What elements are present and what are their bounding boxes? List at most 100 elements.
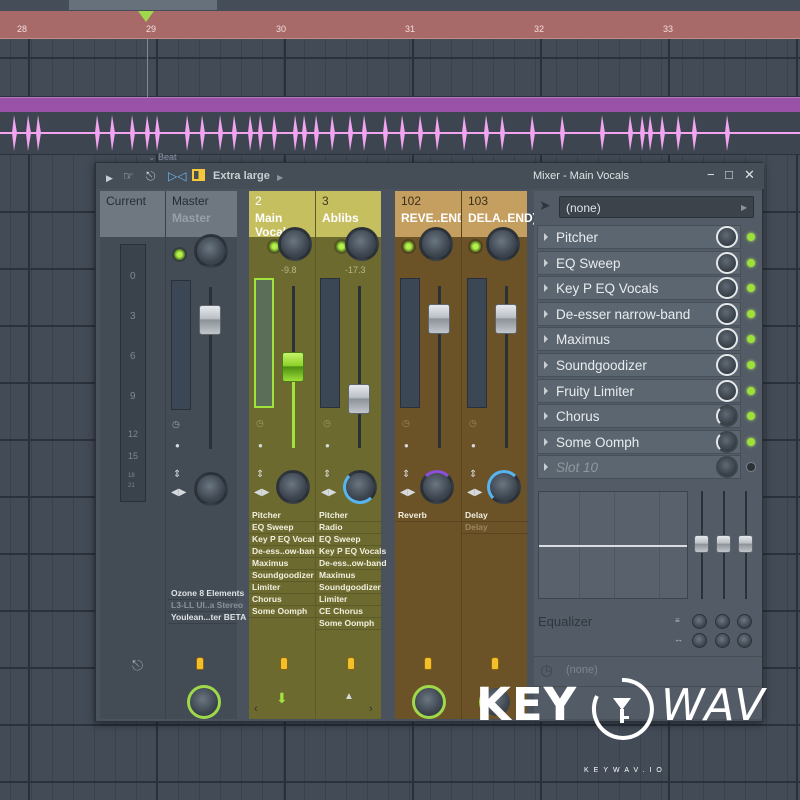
fx-item[interactable]: Youlean...ter BETA xyxy=(168,612,246,624)
eq-high-fader[interactable] xyxy=(738,535,753,553)
mute-led[interactable] xyxy=(174,249,185,260)
minimize-button[interactable]: − xyxy=(707,167,715,182)
fx-slot[interactable]: Maximus xyxy=(537,327,741,352)
fx-slot[interactable]: EQ Sweep xyxy=(537,250,741,275)
fx-item[interactable]: Key P EQ Vocals xyxy=(316,546,386,558)
stereo-icon[interactable]: ◀▶ xyxy=(321,487,336,498)
swap-icon[interactable]: ⇕ xyxy=(469,469,477,480)
fx-item[interactable]: De-ess..ow-band xyxy=(316,558,387,570)
fx-item[interactable]: Delay xyxy=(462,522,528,534)
stereo-icon[interactable]: ◀▶ xyxy=(467,487,482,498)
fx-slot[interactable]: Soundgoodizer xyxy=(537,353,741,377)
stereo-knob[interactable] xyxy=(343,470,377,504)
stereo-knob[interactable] xyxy=(420,470,454,504)
fx-slot[interactable]: Pitcher xyxy=(537,225,741,249)
fx-slot[interactable]: Chorus xyxy=(537,404,741,429)
stamp-icon[interactable]: ⎋ xyxy=(146,169,156,183)
stereo-knob[interactable] xyxy=(487,470,521,504)
mixer-strip-master[interactable]: Master Master ◷ ● ⇕ ◀▶ Ozone 8 Elements … xyxy=(165,191,246,719)
fx-mix-knob[interactable] xyxy=(716,251,738,274)
fx-enable-led[interactable] xyxy=(747,463,755,472)
route-up-arrow-icon[interactable]: ▲ xyxy=(344,691,354,702)
eq-low-bw-knob[interactable] xyxy=(692,633,707,648)
expand-arrow-icon[interactable] xyxy=(544,386,548,395)
mixer-strip-current[interactable]: Current 0 3 6 9 12 15 18 21 ⎋ xyxy=(100,191,165,719)
scroll-right-icon[interactable]: › xyxy=(369,703,373,715)
fx-item[interactable]: Ozone 8 Elements xyxy=(168,588,244,600)
size-label[interactable]: Extra large xyxy=(213,169,270,183)
fx-mix-knob[interactable] xyxy=(716,226,738,248)
layout-icon[interactable] xyxy=(192,169,205,181)
maximize-button[interactable]: □ xyxy=(725,167,733,182)
fx-item[interactable]: CE Chorus xyxy=(316,606,382,618)
top-scrollbar[interactable] xyxy=(0,0,800,11)
eq-high-bw-knob[interactable] xyxy=(737,633,752,648)
eq-mid-freq-knob[interactable] xyxy=(715,614,730,629)
route-lamp-icon[interactable] xyxy=(491,657,499,670)
expand-arrow-icon[interactable] xyxy=(544,361,548,369)
fx-slot[interactable]: De-esser narrow-band xyxy=(537,301,741,326)
close-button[interactable]: ✕ xyxy=(744,167,755,183)
route-down-arrow-icon[interactable]: ⬇ xyxy=(276,690,288,707)
menu-arrow-icon[interactable]: ▶ xyxy=(106,171,113,185)
fx-item[interactable]: Chorus xyxy=(249,594,315,606)
fx-item[interactable]: Radio xyxy=(316,522,382,534)
volume-fader[interactable] xyxy=(282,352,304,382)
fx-enable-led[interactable] xyxy=(747,437,755,446)
fx-item[interactable]: Maximus xyxy=(249,558,315,570)
record-dot-icon[interactable]: ● xyxy=(175,441,180,450)
pan-knob[interactable] xyxy=(278,227,312,261)
expand-arrow-icon[interactable] xyxy=(544,258,548,267)
fx-slot[interactable]: Some Oomph xyxy=(537,429,741,454)
fx-item[interactable]: De-ess..ow-band xyxy=(249,546,320,558)
stereo-knob[interactable] xyxy=(194,472,228,506)
output-select-value[interactable]: (none) xyxy=(566,664,598,676)
eq-low-freq-knob[interactable] xyxy=(692,614,707,629)
eq-high-freq-knob[interactable] xyxy=(737,614,752,629)
fx-item[interactable]: Maximus xyxy=(316,570,382,582)
fx-slot[interactable]: Slot 10 xyxy=(537,455,741,480)
input-select[interactable]: (none) ▶ xyxy=(559,196,754,218)
stereo-icon[interactable]: ◀▶ xyxy=(400,487,415,498)
fx-item[interactable]: Soundgoodizer xyxy=(316,582,382,594)
eq-graph[interactable] xyxy=(538,491,688,599)
scroll-thumb[interactable] xyxy=(69,0,217,10)
record-dot-icon[interactable]: ● xyxy=(258,441,263,450)
expand-arrow-icon[interactable] xyxy=(544,233,548,241)
pan-knob[interactable] xyxy=(486,227,520,261)
volume-fader[interactable] xyxy=(199,305,221,335)
fx-enable-led[interactable] xyxy=(747,284,755,293)
eq-low-fader[interactable] xyxy=(694,535,709,553)
fx-item[interactable]: Soundgoodizer xyxy=(249,570,315,582)
clock-icon[interactable]: ◷ xyxy=(256,418,264,429)
eq-mid-bw-knob[interactable] xyxy=(715,633,730,648)
mute-led[interactable] xyxy=(403,241,414,252)
mixer-strip-reverb-send[interactable]: 102 REVE..END) ◷ ● ⇕ ◀▶ Reverb xyxy=(395,191,470,719)
fx-mix-knob[interactable] xyxy=(716,354,738,376)
fx-item[interactable]: Limiter xyxy=(249,582,315,594)
route-lamp-icon[interactable] xyxy=(196,657,204,670)
fx-item[interactable]: Delay xyxy=(462,510,528,522)
route-icon[interactable]: ⎋ xyxy=(132,657,143,674)
timeline-ruler[interactable]: 28 29 30 31 32 33 xyxy=(0,11,800,39)
pan-knob[interactable] xyxy=(419,227,453,261)
fx-mix-knob[interactable] xyxy=(716,430,738,453)
record-dot-icon[interactable]: ● xyxy=(325,441,330,450)
fx-item[interactable]: L3-LL Ul..a Stereo xyxy=(168,600,243,612)
clock-icon[interactable]: ◷ xyxy=(323,418,331,429)
expand-arrow-icon[interactable] xyxy=(544,335,548,344)
expand-arrow-icon[interactable] xyxy=(544,437,548,446)
swap-icon[interactable]: ⇕ xyxy=(402,469,410,480)
route-lamp-icon[interactable] xyxy=(347,657,355,670)
fx-enable-led[interactable] xyxy=(747,386,755,395)
route-lamp-icon[interactable] xyxy=(424,657,432,670)
audio-clip-header[interactable] xyxy=(0,97,800,112)
fx-item[interactable]: Pitcher xyxy=(249,510,315,522)
swap-icon[interactable]: ⇕ xyxy=(323,469,331,480)
volume-fader[interactable] xyxy=(348,384,370,414)
hand-icon[interactable]: ☞ xyxy=(123,169,134,183)
fx-slot[interactable]: Key P EQ Vocals xyxy=(537,276,741,301)
fx-enable-led[interactable] xyxy=(747,335,755,344)
record-dot-icon[interactable]: ● xyxy=(404,441,409,450)
clock-icon[interactable]: ◷ xyxy=(172,419,180,430)
